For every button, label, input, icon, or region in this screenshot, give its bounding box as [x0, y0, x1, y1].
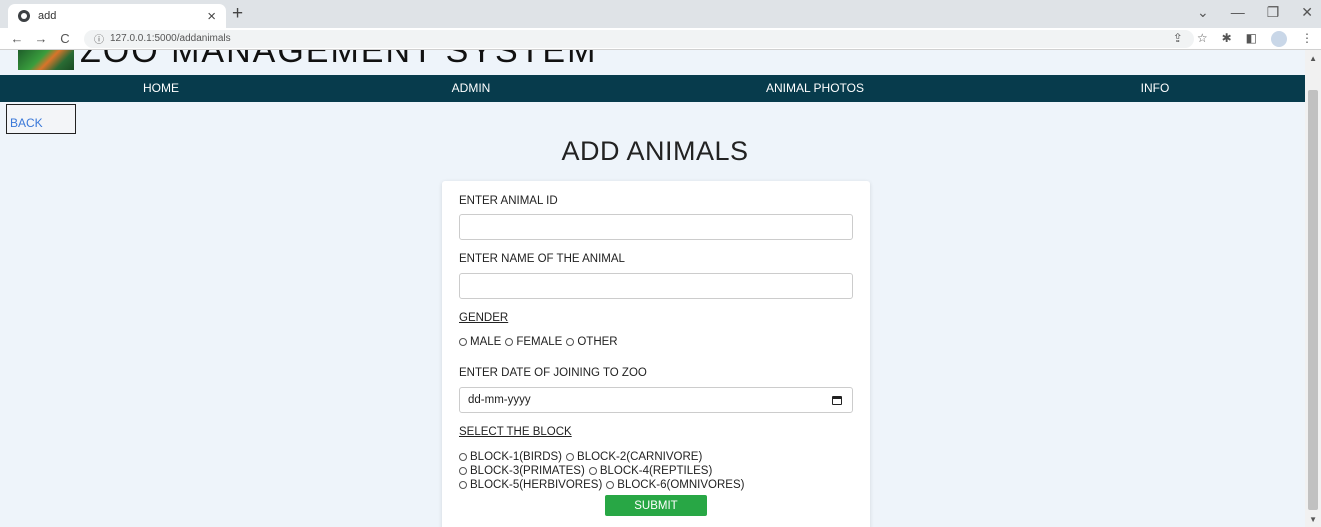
tab-search-icon[interactable]: ⌄	[1197, 4, 1209, 21]
tab-title: add	[38, 10, 57, 22]
window-controls: ⌄ — ❐ ✕	[1197, 4, 1313, 21]
gender-option-label: MALE	[470, 336, 502, 348]
extensions-icon[interactable]: ✱	[1222, 31, 1232, 47]
page-title: ADD ANIMALS	[561, 136, 749, 166]
url-text: 127.0.0.1:5000/addanimals	[110, 33, 231, 44]
back-button[interactable]: BACK	[6, 104, 76, 134]
gender-radio-group: MALE FEMALE OTHER	[459, 336, 622, 348]
new-tab-icon[interactable]: +	[232, 4, 243, 24]
block-radio-row-3: BLOCK-5(HERBIVORES) BLOCK-6(OMNIVORES)	[459, 479, 748, 491]
date-label: ENTER DATE OF JOINING TO ZOO	[459, 367, 647, 379]
animal-id-label: ENTER ANIMAL ID	[459, 195, 558, 207]
radio-icon	[459, 453, 467, 461]
browser-tab-bar: add × + ⌄ — ❐ ✕	[0, 0, 1321, 28]
address-bar: ← → C ⓘ 127.0.0.1:5000/addanimals ⇪ ☆ ✱ …	[0, 28, 1321, 50]
main-navbar: HOME ADMIN ANIMAL PHOTOS INFO	[0, 75, 1305, 102]
block-radio-row-1: BLOCK-1(BIRDS) BLOCK-2(CARNIVORE)	[459, 451, 706, 463]
radio-icon	[588, 467, 597, 475]
minimize-icon[interactable]: —	[1231, 4, 1245, 21]
forward-arrow-icon[interactable]: →	[34, 31, 48, 46]
block-option-label: BLOCK-2(CARNIVORE)	[577, 451, 703, 463]
nav-admin-link[interactable]: ADMIN	[452, 75, 491, 102]
window-close-icon[interactable]: ✕	[1301, 4, 1313, 21]
browser-tab[interactable]: add ×	[8, 4, 226, 28]
zoo-logo-image	[18, 50, 74, 70]
gender-option-label: FEMALE	[516, 336, 563, 348]
calendar-icon[interactable]	[832, 396, 842, 405]
site-info-icon[interactable]: ⓘ	[94, 31, 104, 46]
radio-icon	[566, 338, 575, 346]
animal-name-input[interactable]	[459, 273, 853, 299]
nav-info-link[interactable]: INFO	[1141, 75, 1170, 102]
block-label: SELECT THE BLOCK	[459, 426, 572, 438]
restore-icon[interactable]: ❐	[1267, 4, 1280, 21]
page-viewport: ZOO MANAGEMENT SYSTEM HOME ADMIN ANIMAL …	[0, 50, 1305, 527]
block-1-radio[interactable]: BLOCK-1(BIRDS)	[459, 451, 562, 463]
block-6-radio[interactable]: BLOCK-6(OMNIVORES)	[606, 479, 744, 491]
radio-icon	[566, 453, 575, 461]
radio-icon	[459, 467, 467, 475]
radio-icon	[505, 338, 514, 346]
animal-id-input[interactable]	[459, 214, 853, 240]
menu-kebab-icon[interactable]: ⋮	[1301, 31, 1313, 47]
toolbar-icons: ⇪ ☆ ✱ ◧ ⋮	[1173, 31, 1313, 47]
block-option-label: BLOCK-6(OMNIVORES)	[617, 479, 745, 491]
block-option-label: BLOCK-3(PRIMATES)	[470, 465, 585, 477]
add-animal-form: ENTER ANIMAL ID ENTER NAME OF THE ANIMAL…	[442, 181, 870, 527]
profile-avatar-icon[interactable]	[1271, 31, 1287, 47]
nav-animal-photos-link[interactable]: ANIMAL PHOTOS	[766, 75, 864, 102]
date-placeholder: dd-mm-yyyy	[468, 394, 531, 406]
block-3-radio[interactable]: BLOCK-3(PRIMATES)	[459, 465, 585, 477]
scroll-up-arrow-icon[interactable]: ▲	[1309, 54, 1317, 63]
submit-button[interactable]: SUBMIT	[605, 495, 707, 516]
scrollbar-thumb[interactable]	[1308, 90, 1318, 510]
url-field[interactable]: ⓘ 127.0.0.1:5000/addanimals	[84, 29, 1194, 48]
gender-female-radio[interactable]: FEMALE	[505, 336, 562, 348]
bookmark-star-icon[interactable]: ☆	[1197, 31, 1208, 47]
block-2-radio[interactable]: BLOCK-2(CARNIVORE)	[566, 451, 702, 463]
reload-icon[interactable]: C	[58, 31, 72, 46]
date-of-joining-input[interactable]: dd-mm-yyyy	[459, 387, 853, 413]
block-radio-row-2: BLOCK-3(PRIMATES) BLOCK-4(REPTILES)	[459, 465, 716, 477]
nav-home-link[interactable]: HOME	[143, 75, 179, 102]
close-tab-icon[interactable]: ×	[207, 9, 216, 24]
gender-label: GENDER	[459, 312, 509, 324]
back-arrow-icon[interactable]: ←	[10, 31, 24, 46]
side-panel-icon[interactable]: ◧	[1246, 31, 1257, 47]
block-option-label: BLOCK-1(BIRDS)	[470, 451, 563, 463]
block-4-radio[interactable]: BLOCK-4(REPTILES)	[588, 465, 713, 477]
globe-icon	[18, 10, 30, 22]
scroll-down-arrow-icon[interactable]: ▼	[1309, 515, 1317, 524]
radio-icon	[459, 338, 467, 346]
site-title: ZOO MANAGEMENT SYSTEM	[80, 50, 598, 70]
radio-icon	[606, 481, 615, 489]
block-option-label: BLOCK-4(REPTILES)	[599, 465, 713, 477]
block-5-radio[interactable]: BLOCK-5(HERBIVORES)	[459, 479, 602, 491]
share-icon[interactable]: ⇪	[1173, 31, 1183, 47]
block-option-label: BLOCK-5(HERBIVORES)	[470, 479, 603, 491]
site-header: ZOO MANAGEMENT SYSTEM	[0, 50, 1305, 75]
radio-icon	[459, 481, 467, 489]
animal-name-label: ENTER NAME OF THE ANIMAL	[459, 253, 625, 265]
gender-other-radio[interactable]: OTHER	[566, 336, 618, 348]
gender-option-label: OTHER	[577, 336, 618, 348]
gender-male-radio[interactable]: MALE	[459, 336, 501, 348]
